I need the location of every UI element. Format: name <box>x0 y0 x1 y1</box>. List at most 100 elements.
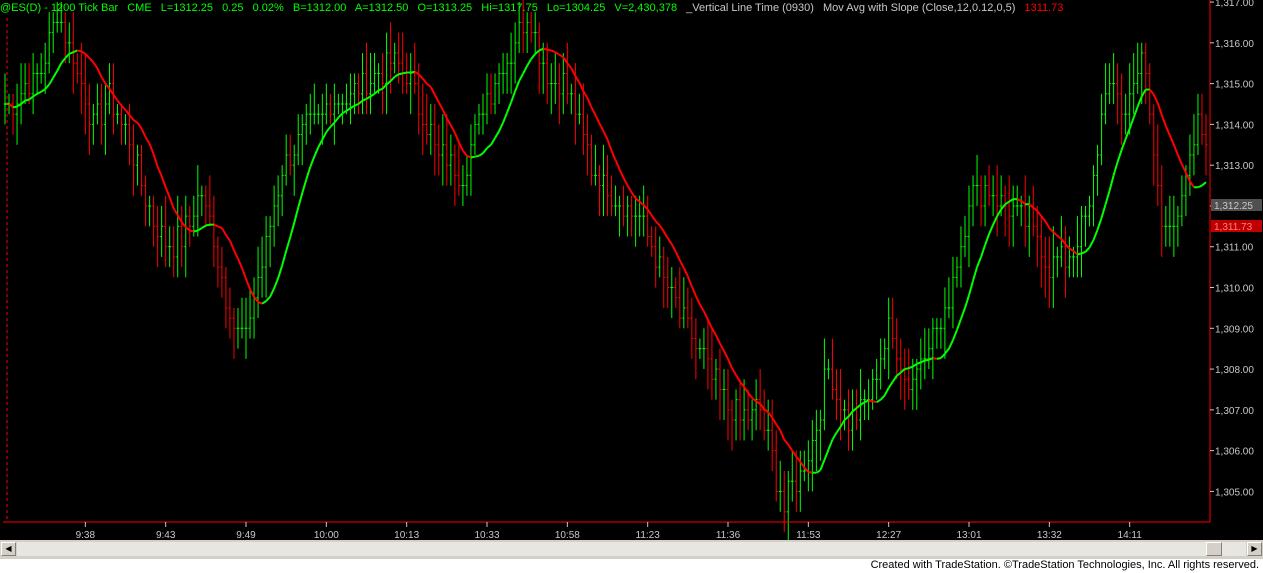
price-bar <box>497 63 501 104</box>
price-bar <box>393 42 397 74</box>
price-bar <box>903 348 907 410</box>
low-label: Lo=1304.25 <box>546 2 606 14</box>
price-bar <box>445 114 449 186</box>
ma-segment <box>301 179 308 194</box>
horizontal-scrollbar[interactable]: ◀ ▶ <box>0 540 1263 559</box>
ma-segment <box>40 88 46 93</box>
ma-segment <box>614 159 621 170</box>
ma-segment <box>168 197 175 209</box>
ma-segment <box>912 363 918 368</box>
ma-segment <box>24 98 30 102</box>
ma-segment <box>694 295 701 305</box>
ma-segment <box>414 70 420 76</box>
price-bar <box>533 12 537 54</box>
price-bar <box>927 328 931 370</box>
price-bar <box>1096 144 1100 196</box>
ma-segment <box>522 65 529 74</box>
ma-segment <box>1100 203 1107 219</box>
ma-segment <box>426 82 432 88</box>
ma-segment <box>638 200 645 206</box>
price-bar <box>899 338 903 400</box>
ma-segment <box>711 327 717 336</box>
scroll-right-button[interactable]: ▶ <box>1247 542 1262 556</box>
ma-segment <box>56 62 63 72</box>
ma-segment <box>369 92 376 98</box>
ma-segment <box>582 90 589 99</box>
scrollbar-track[interactable] <box>17 542 1246 556</box>
ma-segment <box>365 95 372 100</box>
scrollbar-thumb[interactable] <box>1206 542 1222 556</box>
ma-segment <box>429 86 436 96</box>
study-vertical-line[interactable]: _Vertical Line Time (0930) <box>686 2 814 14</box>
ma-segment <box>606 139 613 152</box>
price-bar <box>770 399 774 472</box>
ma-segment <box>313 146 320 158</box>
ma-segment <box>900 368 906 374</box>
price-bar <box>939 318 943 349</box>
price-bar <box>565 42 569 104</box>
study-moving-average[interactable]: Mov Avg with Slope (Close,12,0.12,0,5) <box>823 2 1015 14</box>
price-bar <box>585 114 589 176</box>
price-bar <box>810 420 814 492</box>
price-bar <box>465 154 469 196</box>
ma-segment <box>354 103 359 107</box>
price-bar <box>308 93 312 135</box>
price-bar <box>75 53 79 84</box>
price-bar <box>15 83 19 145</box>
ma-segment <box>233 249 239 260</box>
ma-segment <box>1168 135 1175 146</box>
price-bar <box>401 32 405 94</box>
ma-segment <box>719 343 725 352</box>
price-bar <box>216 236 220 288</box>
moving-average-line <box>5 47 1207 474</box>
ma-segment <box>453 132 460 143</box>
open-label: O=1313.25 <box>417 2 473 14</box>
price-bar <box>738 379 742 441</box>
scroll-left-button[interactable]: ◀ <box>1 542 16 556</box>
y-tick-label: 1,311.00 <box>1215 243 1254 254</box>
ma-segment <box>116 99 123 107</box>
price-bar <box>381 53 385 115</box>
ma-segment <box>148 143 155 155</box>
price-bar <box>1168 195 1172 247</box>
ma-segment <box>201 224 207 229</box>
price-bar <box>1104 63 1108 125</box>
ma-segment <box>723 350 729 360</box>
symbol-label[interactable]: @ES(D) - 1200 Tick Bar <box>0 2 118 14</box>
price-bar <box>200 185 204 217</box>
ma-segment <box>180 221 187 228</box>
ma-segment <box>80 50 86 55</box>
price-bar <box>674 277 678 308</box>
ma-segment <box>1120 138 1127 151</box>
ma-segment <box>715 334 721 345</box>
ma-segment <box>735 374 741 383</box>
price-bar <box>505 53 509 94</box>
ma-segment <box>891 375 898 383</box>
y-tick-label: 1,316.00 <box>1215 39 1254 50</box>
price-bar <box>662 246 666 308</box>
price-bar <box>1172 195 1176 257</box>
ma-segment <box>494 130 500 139</box>
ma-segment <box>285 237 292 252</box>
ma-segment <box>514 80 521 92</box>
price-bar <box>188 205 192 247</box>
price-bar <box>324 83 328 125</box>
price-bar <box>429 103 433 155</box>
ma-segment <box>743 386 749 394</box>
ma-segment <box>44 83 50 90</box>
price-bar <box>204 185 208 227</box>
ma-segment <box>944 348 950 355</box>
price-bar <box>469 124 473 196</box>
price-bar <box>485 73 489 125</box>
ma-segment <box>68 51 74 55</box>
ma-segment <box>703 310 709 321</box>
ma-segment <box>594 114 601 124</box>
ma-segment <box>543 47 548 51</box>
price-bar <box>786 471 790 543</box>
price-bar <box>545 42 549 104</box>
price-bar <box>967 185 971 268</box>
price-bar <box>830 338 834 400</box>
price-bar <box>1051 226 1055 308</box>
ma-segment <box>992 215 999 226</box>
price-bar <box>1003 185 1007 237</box>
